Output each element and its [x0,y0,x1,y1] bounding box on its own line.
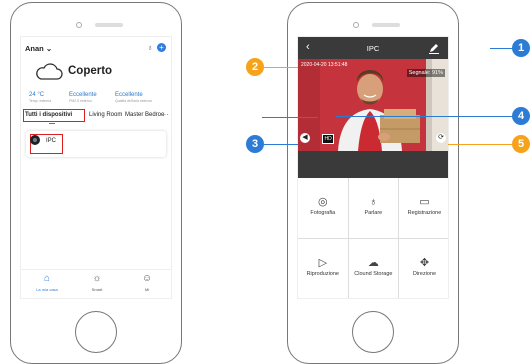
metric-temperature: 24 °C Temp. esterna [29,92,51,104]
plus-icon[interactable]: + [157,43,166,52]
direction-arrows-icon: ✥ [419,257,430,269]
home-icon: ⌂ [43,273,51,284]
microphone-icon[interactable]: ♁ [147,43,153,52]
device-card-ipc[interactable]: IPC [26,131,166,157]
bottom-navigation: ⌂ La mia casa ☼ Smart ☺ Mi [21,269,171,298]
action-record[interactable]: ▭ Registrazione [399,178,448,239]
nav-label: La mia casa [36,287,58,292]
earpiece-speaker [372,23,400,27]
action-direction[interactable]: ✥ Direzione [399,239,448,298]
action-grid: ◎ Fotografia ♁ Parlare ▭ Registrazione ▷… [298,178,448,298]
callout-line-2 [262,67,298,68]
home-button[interactable] [75,311,117,353]
callout-1: 1 [512,39,530,57]
pencil-icon[interactable] [428,42,440,54]
phone-frame-right: ‹ IPC 2020-04-20 13:51:48 Segnale: 91% ◀… [287,2,459,364]
metric-label: Temp. esterna [29,99,52,103]
video-control-strip [298,151,448,178]
signal-strength: Segnale: 91% [406,69,445,77]
room-tabs: Tutti i dispositivi Living Room Master B… [23,109,169,124]
user-name: Anan [25,44,44,53]
callout-line-3 [264,144,298,145]
action-talk[interactable]: ♁ Parlare [348,178,400,239]
sun-icon: ☼ [92,273,102,284]
nav-label: Smart [91,287,103,292]
device-list-screen: Anan ⌄ ♁ + Coperto 24 °C Temp. esterna E… [20,36,172,299]
action-label: Registrazione [407,210,442,216]
callout-line-1 [490,48,513,49]
play-circle-icon: ▷ [318,257,328,269]
cloud-icon: ☁ [367,257,379,269]
video-record-icon: ▭ [419,196,430,208]
rotate-icon[interactable]: ⟳ [436,133,446,143]
home-button[interactable] [352,311,394,353]
action-label: Direzione [412,271,437,277]
action-label: Clound Storage [354,271,393,277]
callout-4: 4 [512,107,530,125]
active-tab-indicator [49,123,55,124]
front-camera [353,22,359,28]
tab-all-devices[interactable]: Tutti i dispositivi [25,112,72,118]
nav-smart[interactable]: ☼ Smart [77,273,117,292]
tab-living-room[interactable]: Living Room [89,112,122,118]
nav-me[interactable]: ☺ Mi [127,273,167,292]
more-icon[interactable]: ··· [161,110,169,119]
callout-line-4 [262,117,318,118]
metric-pm25: Eccellente PM2.5 esterno [69,92,97,104]
header-bar: ‹ IPC [298,37,448,59]
front-camera [76,22,82,28]
action-label: Parlare [364,210,383,216]
callout-5: 5 [512,135,530,153]
callout-line-4b [336,116,513,117]
user-icon: ☺ [141,273,153,284]
nav-home[interactable]: ⌂ La mia casa [27,273,67,292]
action-playback[interactable]: ▷ Riproduzione [298,239,349,298]
weather-condition: Coperto [68,65,113,77]
page-title: IPC [366,44,380,53]
speaker-mute-icon[interactable]: ◀ [300,133,310,143]
callout-2: 2 [246,58,264,76]
action-label: Riproduzione [306,271,339,277]
camera-icon: ◎ [317,196,328,208]
action-label: Fotografia [310,210,336,216]
callout-line-5 [448,144,513,145]
metric-air-quality: Eccellente Qualità dell'aria esterna [115,92,152,104]
callout-3: 3 [246,135,264,153]
nav-label: Mi [144,287,150,292]
metric-label: PM2.5 esterno [69,99,92,103]
microphone-icon: ♁ [369,196,378,208]
metric-label: Qualità dell'aria esterna [115,99,152,103]
hd-toggle-button[interactable]: HD [322,134,335,144]
phone-frame-left: Anan ⌄ ♁ + Coperto 24 °C Temp. esterna E… [10,2,182,364]
earpiece-speaker [95,23,123,27]
top-bar: Anan ⌄ ♁ + [25,43,167,55]
chevron-down-icon: ⌄ [45,44,53,53]
camera-icon [30,135,40,145]
device-name: IPC [46,138,57,144]
camera-view-screen: ‹ IPC 2020-04-20 13:51:48 Segnale: 91% ◀… [297,36,449,299]
action-photo[interactable]: ◎ Fotografia [298,178,349,239]
cloud-icon [36,63,63,80]
tab-master-bedroom[interactable]: Master Bedroo [125,112,164,118]
user-selector[interactable]: Anan ⌄ [25,44,52,53]
live-video-feed[interactable]: 2020-04-20 13:51:48 Segnale: 91% ◀ HD ⟳ [298,59,448,151]
action-cloud-storage[interactable]: ☁ Clound Storage [349,239,400,298]
video-timestamp: 2020-04-20 13:51:48 [301,62,348,68]
